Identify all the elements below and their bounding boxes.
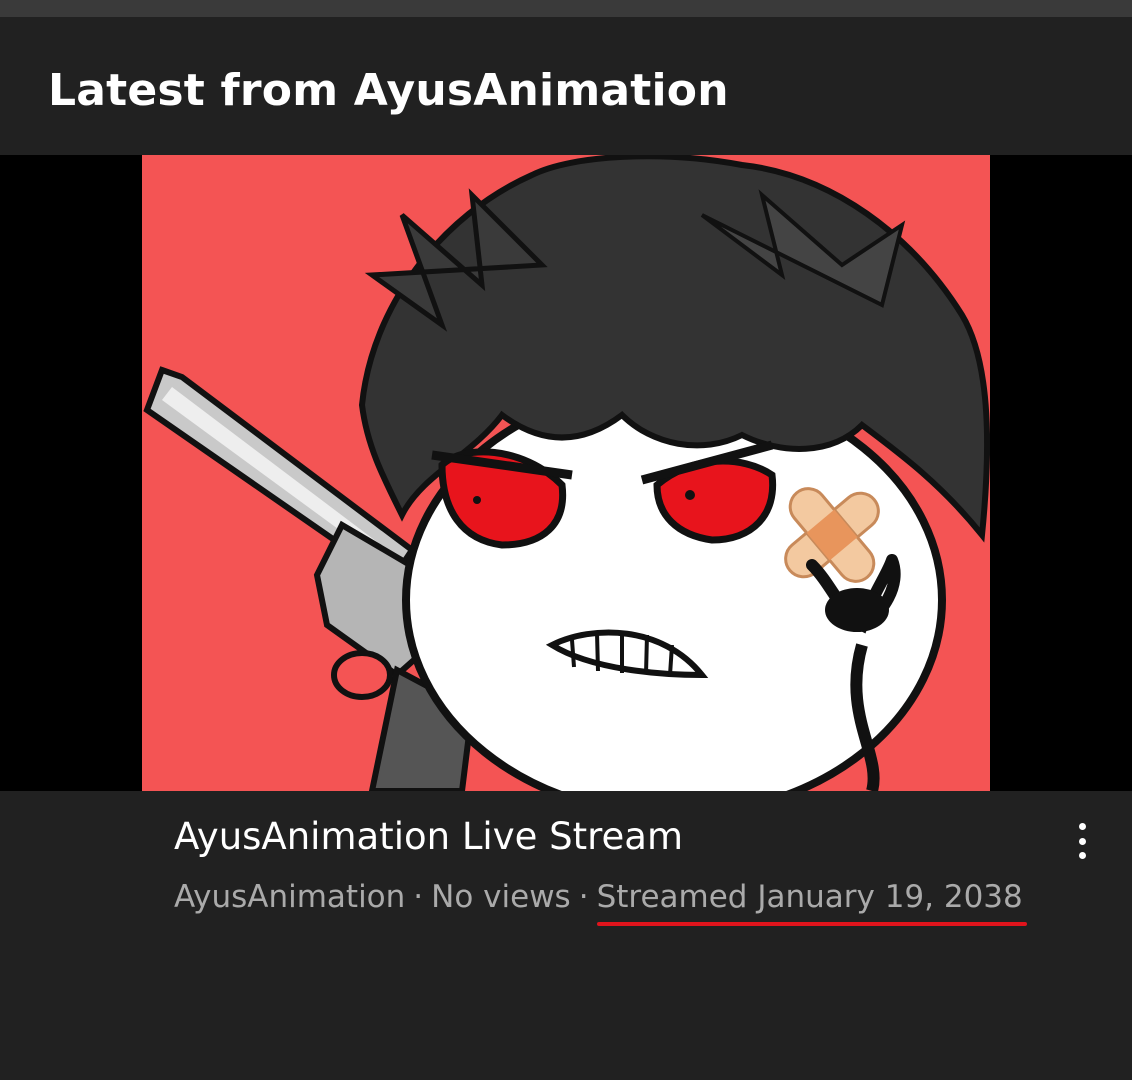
channel-name[interactable]: AyusAnimation [174,879,405,915]
thumbnail-illustration [142,155,990,791]
section-title: Latest from AyusAnimation [48,65,729,116]
meta-separator: · [413,879,424,915]
more-vert-icon[interactable] [1062,819,1102,863]
status-strip [0,0,1132,17]
video-thumbnail[interactable] [142,155,990,791]
character-head [358,155,990,791]
stream-date: Streamed January 19, 2038 [596,879,1027,926]
stream-date-text: Streamed January 19, 2038 [596,879,1023,915]
video-info: AyusAnimation Live Stream AyusAnimation … [0,791,1132,1080]
menu-dot [1078,852,1086,859]
video-title[interactable]: AyusAnimation Live Stream [174,815,683,858]
video-player[interactable] [0,155,1132,791]
view-count: No views [431,879,571,915]
section-header: Latest from AyusAnimation [0,17,1132,155]
meta-separator: · [578,879,589,915]
menu-dot [1078,837,1086,845]
video-metadata: AyusAnimation · No views · Streamed Janu… [174,879,1027,926]
menu-dot [1078,823,1086,830]
highlight-underline [596,922,1027,926]
